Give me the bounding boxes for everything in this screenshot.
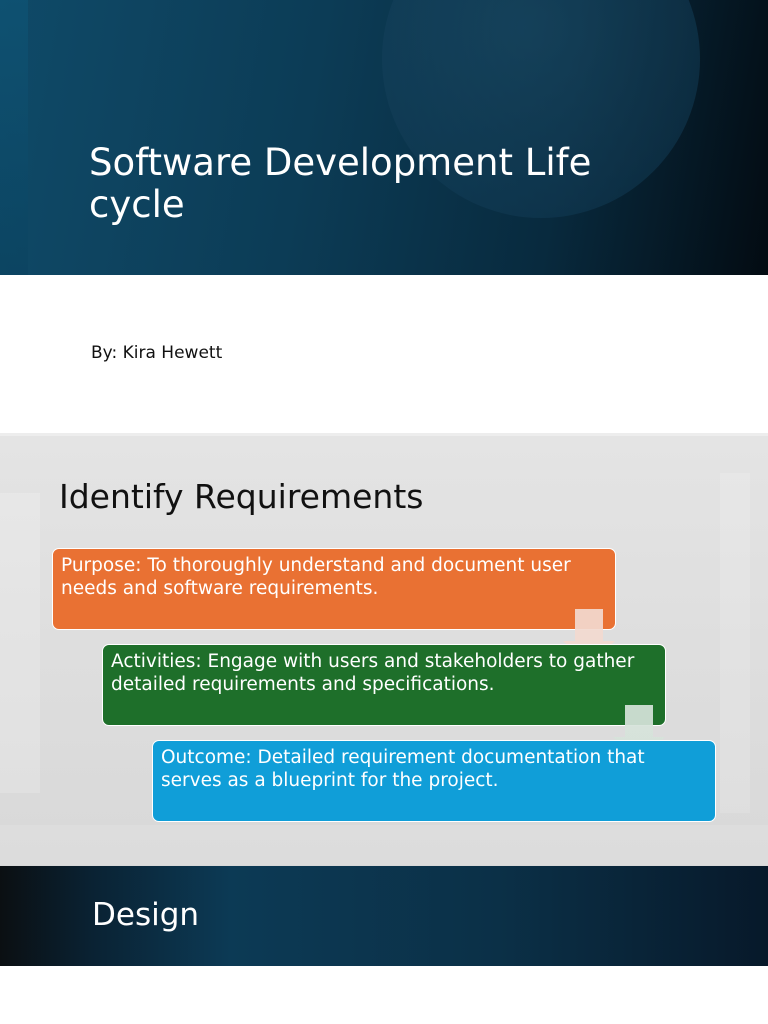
presentation-title: Software Development Life cycle <box>89 141 592 226</box>
title-band: Software Development Life cycle <box>0 0 768 275</box>
document-page: Software Development Life cycle By: Kira… <box>0 0 768 1024</box>
design-band: Design <box>0 866 768 966</box>
slide-heading: Identify Requirements <box>59 477 424 516</box>
step-activities: Activities: Engage with users and stakeh… <box>102 644 666 726</box>
design-heading: Design <box>92 897 200 933</box>
presentation-author: By: Kira Hewett <box>91 343 223 363</box>
background-streak <box>0 493 40 793</box>
background-streak <box>0 433 768 436</box>
slide-design: Design <box>0 866 768 1024</box>
band-edge-decoration <box>0 0 28 275</box>
background-streak <box>0 825 768 865</box>
step-purpose: Purpose: To thoroughly understand and do… <box>52 548 616 630</box>
background-streak <box>720 473 750 813</box>
slide-title: Software Development Life cycle By: Kira… <box>0 0 768 433</box>
step-outcome: Outcome: Detailed requirement documentat… <box>152 740 716 822</box>
slide-identify-requirements: Identify Requirements Purpose: To thorou… <box>0 433 768 866</box>
